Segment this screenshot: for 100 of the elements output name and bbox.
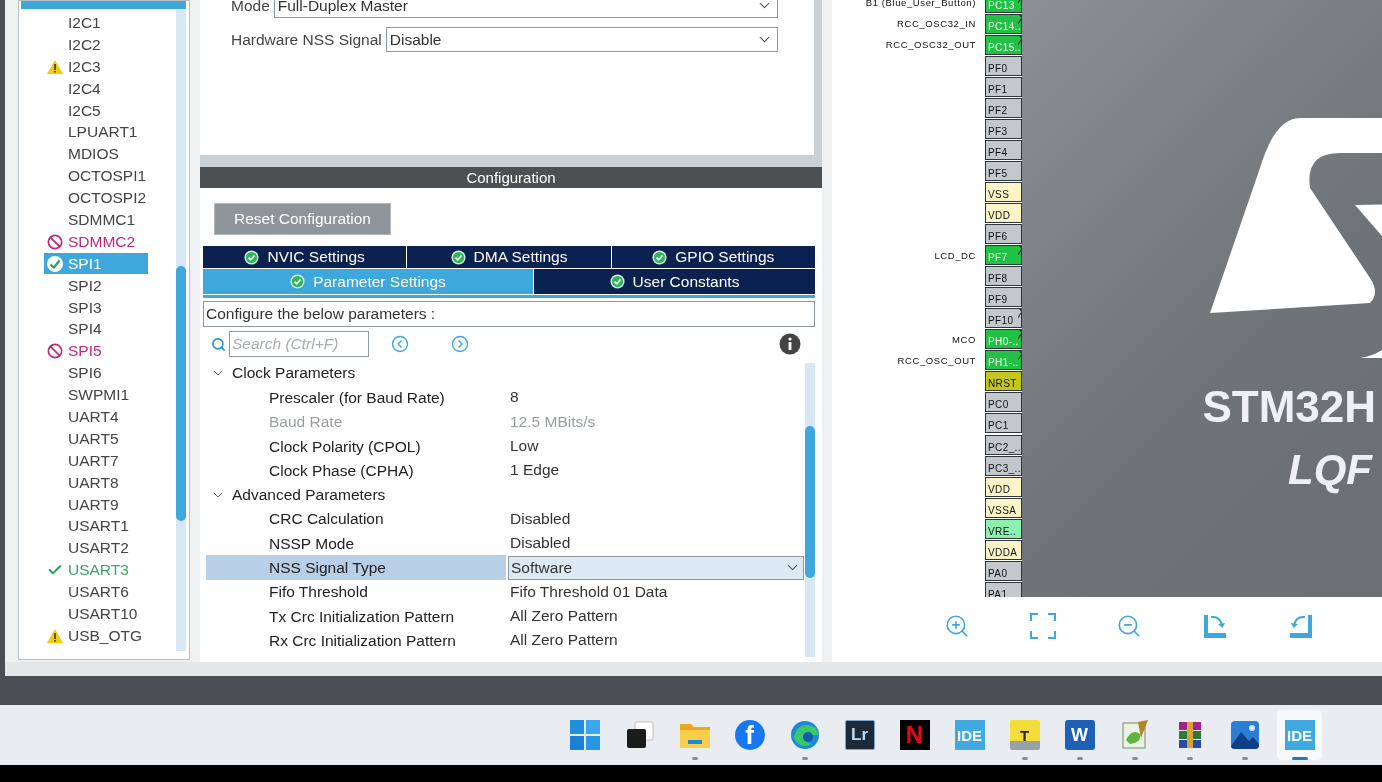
hint-text: Configure the below parameters : xyxy=(203,301,815,327)
tab[interactable]: User Constants xyxy=(534,269,815,294)
peripheral-item[interactable]: USART1 xyxy=(44,515,134,537)
peripheral-item[interactable]: SPI4 xyxy=(44,318,107,340)
dropdown-field[interactable]: Software xyxy=(508,555,804,580)
pin-label: LCD_DC xyxy=(934,249,976,261)
peripheral-item[interactable]: UART7 xyxy=(44,450,124,472)
peripheral-item[interactable]: LPUART1 xyxy=(44,121,143,143)
dropdown-field[interactable]: Disable xyxy=(385,27,778,52)
peripheral-item[interactable]: MDIOS xyxy=(44,143,124,165)
pin[interactable]: PF3 xyxy=(985,118,1022,139)
parameter-name[interactable]: Rx Crc Initialization Pattern xyxy=(206,627,508,653)
pin[interactable]: PF10 xyxy=(985,308,1022,329)
field-label: Hardware NSS Signal xyxy=(231,30,382,49)
peripheral-item[interactable]: USB_OTG xyxy=(44,625,148,647)
group-label: Advanced Parameters xyxy=(232,485,386,504)
peripheral-item[interactable]: I2C1 xyxy=(44,12,106,34)
dropdown-field[interactable]: Full-Duplex Master xyxy=(273,0,778,18)
peripheral-item[interactable]: I2C5 xyxy=(44,100,106,121)
group-label: Clock Parameters xyxy=(232,364,356,383)
taskbar-button[interactable]: N xyxy=(892,710,937,760)
peripheral-item[interactable]: SWPMI1 xyxy=(44,384,135,406)
pin[interactable]: PF0 xyxy=(985,55,1022,76)
pin[interactable]: PF6 xyxy=(985,224,1022,245)
parameter-name[interactable]: Prescaler (for Baud Rate) xyxy=(206,384,508,410)
parameter-name[interactable]: Clock Phase (CPHA) xyxy=(206,457,508,483)
pin[interactable]: PA0 xyxy=(985,560,1022,581)
field-label: Mode xyxy=(231,0,270,15)
tab[interactable]: DMA Settings xyxy=(407,246,611,268)
peripheral-item[interactable]: UART9 xyxy=(44,494,124,516)
parameter-value: Low xyxy=(510,437,539,456)
parameter-name[interactable]: CRC Calculation xyxy=(206,506,508,532)
tab[interactable]: GPIO Settings xyxy=(611,246,815,268)
pin[interactable]: PF1 xyxy=(985,76,1022,97)
taskbar-button[interactable]: T xyxy=(1002,710,1047,760)
peripheral-item[interactable]: USART6 xyxy=(44,581,134,603)
peripheral-item[interactable]: I2C2 xyxy=(44,34,106,56)
pin-label: RCC_OSC32_IN xyxy=(897,18,976,30)
pin[interactable]: NRST xyxy=(985,371,1022,392)
taskbar-button[interactable]: f xyxy=(727,710,772,760)
pin[interactable]: PF2 xyxy=(985,97,1022,118)
word-icon: W xyxy=(1064,720,1095,750)
parameter-value: 12.5 MBits/s xyxy=(510,412,596,431)
parameter-name[interactable]: Tx Crc Initialization Pattern xyxy=(206,603,508,629)
taskbar-button[interactable]: Lr xyxy=(837,710,882,760)
pin-label: MCO xyxy=(952,333,976,345)
pin[interactable]: VDDA xyxy=(985,539,1022,560)
peripheral-item[interactable]: USART10 xyxy=(44,603,143,625)
search-field[interactable]: Search (Ctrl+F) xyxy=(229,331,369,357)
parameter-value: 1 Edge xyxy=(510,461,560,480)
parameter-value: 8 xyxy=(510,388,519,407)
peripheral-item[interactable]: I2C3 xyxy=(44,56,106,78)
pin-label: RCC_OSC32_OUT xyxy=(885,39,976,51)
peripheral-item[interactable]: SPI3 xyxy=(44,297,107,318)
lightroom-icon: Lr xyxy=(844,720,875,750)
parameter-name[interactable]: NSS Signal Type xyxy=(206,555,506,581)
pin[interactable]: PF4 xyxy=(985,139,1022,160)
peripheral-item[interactable]: I2C4 xyxy=(44,78,106,100)
pin[interactable]: PC2_.. xyxy=(985,434,1022,455)
peripheral-item[interactable]: SPI5 xyxy=(44,340,107,362)
peripheral-item[interactable]: UART4 xyxy=(44,406,124,428)
pin[interactable]: PF9 xyxy=(985,287,1022,308)
parameter-name[interactable]: Fifo Threshold xyxy=(206,579,508,605)
peripheral-item[interactable]: OCTOSPI1 xyxy=(44,165,152,187)
peripheral-item[interactable]: OCTOSPI2 xyxy=(44,187,152,209)
parameter-value: Fifo Threshold 01 Data xyxy=(510,582,668,601)
pin[interactable]: VRE.. xyxy=(985,518,1022,539)
peripheral-item[interactable]: UART5 xyxy=(44,428,124,450)
ide-icon: IDE xyxy=(1284,720,1315,750)
chip-name: STM32H xyxy=(1202,382,1376,432)
pin-label: RCC_OSC_OUT xyxy=(897,354,976,366)
peripheral-item[interactable]: USART2 xyxy=(44,537,134,559)
pin[interactable]: VDD xyxy=(985,203,1022,223)
pin[interactable]: PF5 xyxy=(985,160,1022,181)
peripheral-item[interactable]: SDMMC2 xyxy=(44,231,141,253)
taskbar-button[interactable]: W xyxy=(1057,710,1102,760)
tab[interactable]: NVIC Settings xyxy=(203,246,407,268)
chip-package: LQF xyxy=(1288,446,1372,494)
pin[interactable]: PC0 xyxy=(985,392,1022,413)
facebook-icon: f xyxy=(734,720,765,750)
parameter-value: Disabled xyxy=(510,509,571,528)
parameter-name[interactable]: Clock Polarity (CPOL) xyxy=(206,433,508,459)
pin[interactable]: PC1 xyxy=(985,413,1022,434)
pin[interactable]: VSS xyxy=(985,181,1022,202)
netflix-icon: N xyxy=(899,720,930,750)
parameter-name[interactable]: NSSP Mode xyxy=(206,530,508,556)
pin[interactable]: VDD xyxy=(985,476,1022,497)
pin[interactable]: PC3_.. xyxy=(985,455,1022,476)
pin-label: B1 (Blue_User_Button) xyxy=(865,0,976,8)
peripheral-item[interactable]: SPI6 xyxy=(44,362,107,384)
parameter-value: All Zero Pattern xyxy=(510,607,618,626)
peripheral-item[interactable]: SPI2 xyxy=(44,275,107,297)
pin[interactable]: PA1 xyxy=(985,581,1022,597)
section-header: Configuration xyxy=(200,167,822,188)
peripheral-item[interactable]: SDMMC1 xyxy=(44,209,141,231)
pin[interactable]: VSSA xyxy=(985,497,1022,518)
laptop-icon: T xyxy=(1009,720,1040,750)
peripheral-item[interactable]: UART8 xyxy=(44,472,124,494)
parameter-value: All Zero Pattern xyxy=(510,631,618,650)
pin[interactable]: PF8 xyxy=(985,266,1022,287)
